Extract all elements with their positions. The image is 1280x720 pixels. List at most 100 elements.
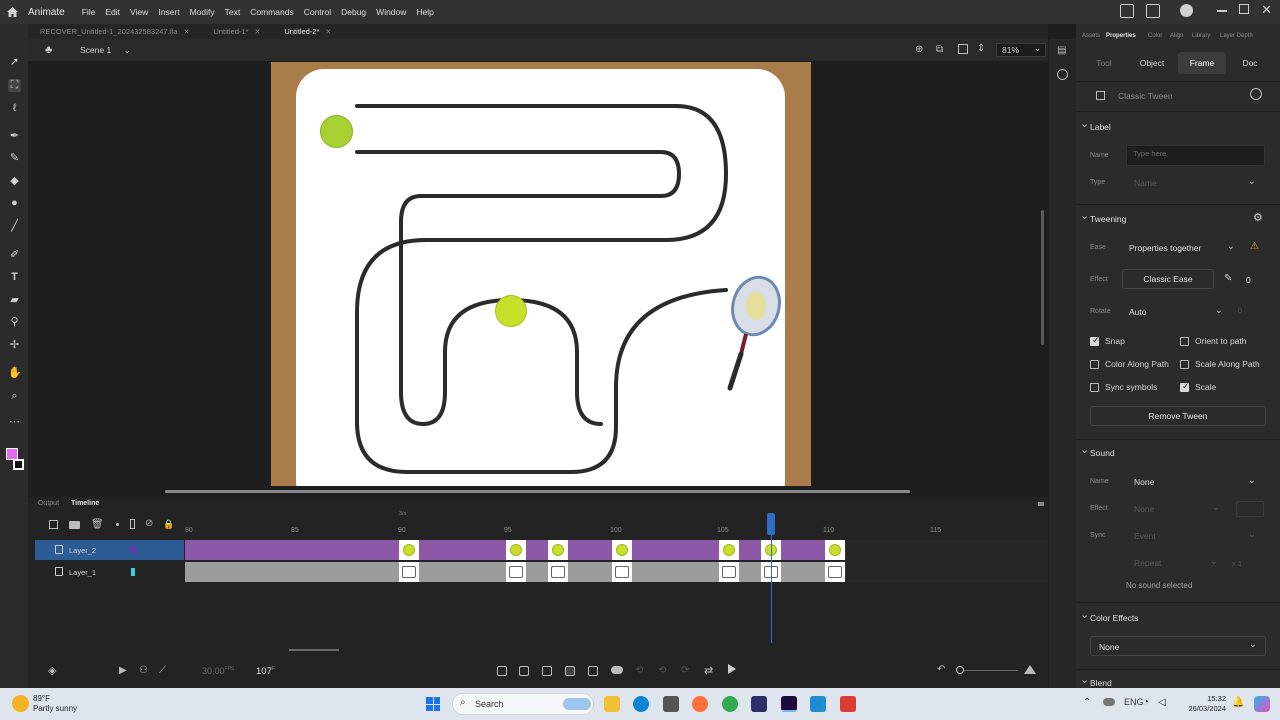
layout-icon[interactable] xyxy=(1146,4,1161,18)
stage-horizontal-scrollbar[interactable] xyxy=(165,490,910,493)
store-icon[interactable] xyxy=(663,696,679,712)
pin-tool-icon[interactable]: ✢ xyxy=(8,339,21,352)
lasso-tool-icon[interactable]: ℓ xyxy=(8,102,21,115)
tennis-ball-moving[interactable] xyxy=(495,295,527,327)
parenting-icon[interactable]: ⚇ xyxy=(139,665,148,676)
keyframe-layer-1[interactable] xyxy=(548,562,568,582)
repeat-count[interactable]: x 1 xyxy=(1232,559,1242,568)
sound-section-header[interactable]: Sound xyxy=(1080,443,1114,458)
rotate-stage-icon[interactable]: ⇕ xyxy=(977,43,985,54)
tab-timeline[interactable]: Timeline xyxy=(71,500,99,507)
copilot-icon[interactable] xyxy=(1254,696,1270,712)
wifi-icon[interactable]: ◔ xyxy=(1143,697,1149,708)
play-icon[interactable] xyxy=(728,664,736,674)
sound-name-dropdown[interactable]: None ⌄ xyxy=(1134,475,1256,487)
animate-icon[interactable] xyxy=(781,696,797,712)
fill-color-swatch[interactable] xyxy=(6,448,18,460)
gear-icon[interactable]: ⚙ xyxy=(1253,211,1263,224)
text-tool-icon[interactable]: T xyxy=(8,271,21,284)
notification-icon[interactable]: 🔔 xyxy=(1232,697,1244,708)
brush-tool-icon[interactable]: ✎ xyxy=(8,152,21,165)
tweening-section-header[interactable]: Tweening xyxy=(1080,209,1126,224)
step-back-icon[interactable]: ⟲ xyxy=(658,665,666,676)
subtab-doc[interactable]: Doc xyxy=(1232,52,1268,74)
layer-row-layer-1[interactable]: Layer_1 xyxy=(35,562,184,582)
center-frame-icon[interactable] xyxy=(497,666,507,676)
keyframe-layer-2[interactable] xyxy=(825,540,845,560)
layer-row-layer-2[interactable]: Layer_2 xyxy=(35,540,184,560)
zoom-dropdown[interactable]: 81% ⌄ xyxy=(996,43,1046,57)
menu-commands[interactable]: Commands xyxy=(245,7,298,17)
trash-icon[interactable]: 🗑 xyxy=(91,519,104,530)
menu-insert[interactable]: Insert xyxy=(153,7,184,17)
label-type-dropdown[interactable]: Name ⌄ xyxy=(1134,176,1256,188)
edit-scene-icon[interactable]: ♣ xyxy=(45,44,52,56)
remove-tween-button[interactable]: Remove Tween xyxy=(1090,406,1266,426)
more-tools-icon[interactable]: ⋯ xyxy=(8,416,21,429)
edge-icon[interactable] xyxy=(633,696,649,712)
keyframe-layer-2[interactable] xyxy=(719,540,739,560)
keyframe-layer-2[interactable] xyxy=(612,540,632,560)
frame-ruler[interactable]: 80 85 90 95 100 105 110 115 3/s xyxy=(184,511,1048,538)
subtab-frame[interactable]: Frame xyxy=(1178,52,1226,74)
close-tab-icon[interactable]: ✕ xyxy=(255,28,261,36)
tab-align[interactable]: Align xyxy=(1170,33,1183,39)
menu-file[interactable]: File xyxy=(77,7,101,17)
rotate-dropdown[interactable]: Auto ⌄ xyxy=(1129,305,1223,317)
repeat-dropdown[interactable]: Repeat ⌄ xyxy=(1134,556,1218,568)
photos-icon[interactable] xyxy=(810,696,826,712)
orient-to-path-checkbox[interactable]: Orient to path xyxy=(1180,336,1247,346)
go-first-frame-icon[interactable]: ⟲ xyxy=(635,665,643,676)
highlight-layer-icon[interactable] xyxy=(116,523,119,526)
line-tool-icon[interactable]: ╱ xyxy=(8,220,21,233)
zoom-slider[interactable] xyxy=(956,670,1018,671)
timeline-scrollbar[interactable] xyxy=(289,649,339,651)
color-effects-section-header[interactable]: Color Effects xyxy=(1080,608,1138,623)
weather-widget[interactable]: 89°F Partly sunny xyxy=(33,694,77,714)
paint-bucket-icon[interactable]: ▰ xyxy=(8,294,21,307)
free-transform-tool-icon[interactable]: ⛶ xyxy=(8,79,21,92)
menu-control[interactable]: Control xyxy=(299,7,336,17)
oval-tool-icon[interactable]: ● xyxy=(8,197,21,210)
media-encoder-icon[interactable] xyxy=(751,696,767,712)
menu-modify[interactable]: Modify xyxy=(185,7,220,17)
eraser-tool-icon[interactable]: ◆ xyxy=(8,175,21,188)
label-section-header[interactable]: Label xyxy=(1080,117,1111,132)
zoom-slider-handle[interactable] xyxy=(956,666,964,674)
keyframe-layer-2[interactable] xyxy=(548,540,568,560)
tab-properties[interactable]: Properties xyxy=(1106,33,1136,39)
tween-settings-icon[interactable] xyxy=(1250,88,1262,100)
new-folder-icon[interactable] xyxy=(69,521,80,529)
center-stage-icon[interactable]: ⊕ xyxy=(915,44,923,55)
ease-dropdown[interactable]: Properties together ⌄ xyxy=(1129,241,1235,253)
edit-ease-icon[interactable]: ✎ xyxy=(1224,273,1232,284)
hide-layer-icon[interactable]: ⊘ xyxy=(145,518,153,529)
edit-multiple-frames-icon[interactable] xyxy=(565,666,575,676)
close-tab-icon[interactable]: ✕ xyxy=(325,28,331,36)
cloud-icon[interactable] xyxy=(1103,698,1115,706)
layer-name[interactable]: Layer_1 xyxy=(69,568,96,577)
tab-color[interactable]: Color xyxy=(1148,33,1162,39)
keyframe-layer-1[interactable] xyxy=(612,562,632,582)
sync-symbols-checkbox[interactable]: Sync symbols xyxy=(1090,382,1157,392)
mountain-zoom-icon[interactable] xyxy=(1024,665,1036,674)
tab-assets[interactable]: Assets xyxy=(1082,33,1100,39)
selection-tool-icon[interactable]: ➚ xyxy=(8,56,21,69)
snap-checkbox[interactable]: Snap xyxy=(1090,335,1125,346)
classic-ease-button[interactable]: Classic Ease xyxy=(1122,269,1214,289)
keyframe-layer-1[interactable] xyxy=(506,562,526,582)
effect-strength-value[interactable]: 0 xyxy=(1246,275,1251,285)
doc-tab-recover[interactable]: RECOVER_Untitled-1_202432583247.fla ✕ xyxy=(28,27,201,36)
subtab-tool[interactable]: Tool xyxy=(1092,52,1116,74)
edit-sound-icon[interactable] xyxy=(1236,501,1264,517)
subtab-object[interactable]: Object xyxy=(1132,52,1172,74)
fps-value[interactable]: 30,00FPS xyxy=(202,666,234,676)
keyframe-layer-1[interactable] xyxy=(719,562,739,582)
tennis-ball-start[interactable] xyxy=(320,115,353,148)
menu-edit[interactable]: Edit xyxy=(100,7,125,17)
outline-layer-icon[interactable] xyxy=(130,519,135,529)
pen-tool-icon[interactable]: ✒ xyxy=(8,130,21,143)
play-icon[interactable] xyxy=(1180,4,1194,17)
menu-window[interactable]: Window xyxy=(371,7,411,17)
blend-section-header[interactable]: Blend xyxy=(1080,673,1112,688)
